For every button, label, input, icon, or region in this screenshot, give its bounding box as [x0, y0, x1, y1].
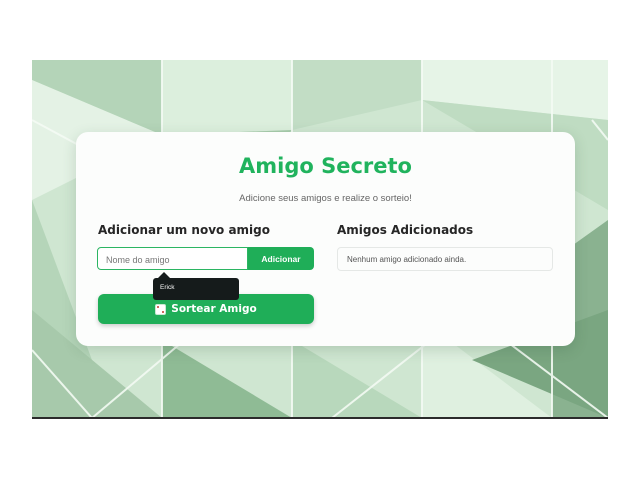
friend-name-field — [97, 247, 248, 271]
add-button[interactable]: Adicionar — [248, 247, 314, 270]
dice-icon — [155, 303, 167, 315]
page-title: Amigo Secreto — [239, 154, 412, 178]
empty-list-message: Nenhum amigo adicionado ainda. — [347, 254, 467, 264]
page-subtitle: Adicione seus amigos e realize o sorteio… — [239, 193, 412, 204]
autocomplete-suggestion-text: Erick — [160, 284, 175, 291]
friend-name-input[interactable] — [98, 249, 247, 271]
draw-friend-label: Sortear Amigo — [171, 303, 257, 315]
added-friends-heading: Amigos Adicionados — [337, 223, 474, 237]
autocomplete-suggestion[interactable]: Erick — [153, 278, 239, 300]
friends-list: Nenhum amigo adicionado ainda. — [337, 247, 553, 271]
page-divider — [32, 417, 608, 419]
main-card: Amigo Secreto Adicione seus amigos e rea… — [76, 132, 575, 346]
add-friend-heading: Adicionar um novo amigo — [98, 223, 271, 237]
